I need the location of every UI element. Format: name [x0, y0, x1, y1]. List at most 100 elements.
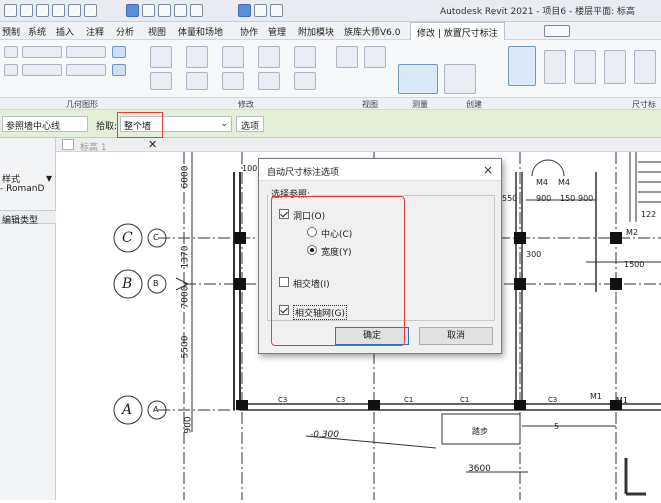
window-tag-2: C3	[336, 396, 346, 404]
dim-top-6: 300	[526, 250, 542, 259]
reference-select[interactable]: 参照墙中心线	[2, 116, 88, 132]
override-icon[interactable]	[364, 46, 386, 68]
diameter-dimension-icon[interactable]	[634, 50, 656, 84]
edit-type-button[interactable]: 编辑类型	[0, 210, 56, 226]
tab-collaborate[interactable]: 协作	[240, 25, 258, 38]
font-label: - RomanD	[0, 184, 45, 194]
measure-icon[interactable]	[126, 4, 139, 17]
door-tag-2: M4	[558, 178, 570, 187]
dim-left-3: 7000	[180, 285, 191, 309]
cancel-button[interactable]: 取消	[419, 327, 493, 345]
dialog-title: 自动尺寸标注选项	[267, 168, 340, 178]
tab-massing[interactable]: 体量和场地	[178, 25, 223, 38]
tab-prefab[interactable]: 预制	[2, 25, 20, 38]
options-button[interactable]: 选项	[236, 116, 264, 132]
align-icon[interactable]	[186, 46, 208, 68]
demolish-icon[interactable]	[112, 46, 126, 58]
grid-tag-b: B	[153, 279, 159, 288]
mirror-icon[interactable]	[258, 46, 280, 68]
tab-family-library[interactable]: 族库大师V6.0	[344, 25, 400, 38]
pick-label: 拾取:	[96, 122, 118, 132]
dim-top-7: 1500	[624, 260, 645, 269]
switch-windows-icon[interactable]	[270, 4, 283, 17]
cope-icon[interactable]	[22, 46, 62, 58]
grid-label-c: C	[122, 230, 133, 246]
angular-dimension-icon[interactable]	[574, 50, 596, 84]
window-tag-3: C1	[404, 396, 414, 404]
grid-label-b: B	[122, 276, 133, 292]
grid-label-a: A	[122, 402, 133, 418]
options-bar: 参照墙中心线 拾取: 整个墙 ⌄ 选项	[0, 110, 661, 138]
create-assembly-icon[interactable]	[444, 64, 476, 94]
view-tabs: 标高 1 ✕	[56, 138, 661, 153]
thin-lines-icon[interactable]	[238, 4, 251, 17]
hide-icon[interactable]	[336, 46, 358, 68]
tab-insert[interactable]: 插入	[56, 25, 74, 38]
tab-view[interactable]: 视图	[148, 25, 166, 38]
tab-manage[interactable]: 管理	[268, 25, 286, 38]
dim-left-4: 5500	[180, 335, 191, 359]
dim-top-4: 150	[560, 194, 576, 203]
group-create: 创建	[466, 100, 482, 109]
chevron-down-icon: ⌄	[220, 119, 228, 129]
slope-text: 5	[554, 422, 560, 431]
grid-tag-a: A	[153, 405, 159, 414]
text-icon[interactable]	[158, 4, 171, 17]
tab-modify-dimension[interactable]: 修改 | 放置尺寸标注	[410, 22, 505, 40]
linear-dimension-icon[interactable]	[544, 50, 566, 84]
properties-panel: 样式 - RomanD ▼ 编辑类型	[0, 138, 56, 500]
match-type-icon[interactable]	[112, 64, 126, 76]
aligned-dimension-tool-icon[interactable]	[508, 46, 536, 86]
radial-dimension-icon[interactable]	[604, 50, 626, 84]
aligned-dimension-icon[interactable]	[142, 4, 155, 17]
paint-icon[interactable]	[66, 64, 106, 76]
aligned-measure-icon[interactable]	[398, 64, 438, 94]
undo-icon[interactable]	[52, 4, 65, 17]
tab-analyze[interactable]: 分析	[116, 25, 134, 38]
door-tag-4: M1	[590, 392, 602, 401]
move-icon[interactable]	[150, 46, 172, 68]
join-icon[interactable]	[4, 64, 18, 76]
array-icon[interactable]	[258, 72, 280, 90]
offset-icon[interactable]	[186, 72, 208, 90]
ribbon-tabs: 预制 系统 插入 注释 分析 视图 体量和场地 协作 管理 附加模块 族库大师V…	[0, 22, 661, 40]
pin-icon[interactable]	[294, 72, 316, 90]
dim-left-1: 6000	[180, 165, 191, 189]
cut-icon[interactable]	[4, 46, 18, 58]
sync-icon[interactable]	[36, 4, 49, 17]
save-icon[interactable]	[20, 4, 33, 17]
dim-left-2: 1370	[180, 245, 191, 269]
ribbon-group-labels: 几何图形 修改 视图 测量 创建 尺寸标	[0, 98, 661, 110]
open-icon[interactable]	[4, 4, 17, 17]
reference-select-value: 参照墙中心线	[6, 122, 61, 132]
group-measure: 测量	[412, 100, 428, 109]
dim-top-8: 122	[641, 210, 657, 219]
split-face-icon[interactable]	[22, 64, 62, 76]
scale-icon[interactable]	[294, 46, 316, 68]
tab-addins[interactable]: 附加模块	[298, 25, 334, 38]
tab-systems[interactable]: 系统	[28, 25, 46, 38]
wall-joins-icon[interactable]	[66, 46, 106, 58]
view-icon	[62, 139, 74, 150]
window-tag-1: C3	[278, 396, 288, 404]
app-title: Autodesk Revit 2021 - 项目6 - 楼层平面: 标高	[440, 7, 635, 17]
rotate-icon[interactable]	[222, 46, 244, 68]
panel-toggle-icon[interactable]	[544, 25, 570, 37]
copy-icon[interactable]	[150, 72, 172, 90]
group-view: 视图	[362, 100, 378, 109]
type-dropdown-icon[interactable]: ▼	[46, 174, 52, 183]
print-icon[interactable]	[84, 4, 97, 17]
level-text: -0.300	[310, 430, 340, 440]
cancel-button-label: 取消	[446, 331, 465, 341]
close-hidden-icon[interactable]	[254, 4, 267, 17]
3d-view-icon[interactable]	[174, 4, 187, 17]
redo-icon[interactable]	[68, 4, 81, 17]
edit-type-label: 编辑类型	[2, 216, 39, 226]
door-tag-3: M2	[626, 228, 638, 237]
section-icon[interactable]	[190, 4, 203, 17]
close-view-icon[interactable]: ✕	[148, 138, 157, 151]
trim-icon[interactable]	[222, 72, 244, 90]
options-button-label: 选项	[240, 122, 259, 132]
close-icon[interactable]: ×	[483, 163, 493, 177]
tab-annotate[interactable]: 注释	[86, 25, 104, 38]
